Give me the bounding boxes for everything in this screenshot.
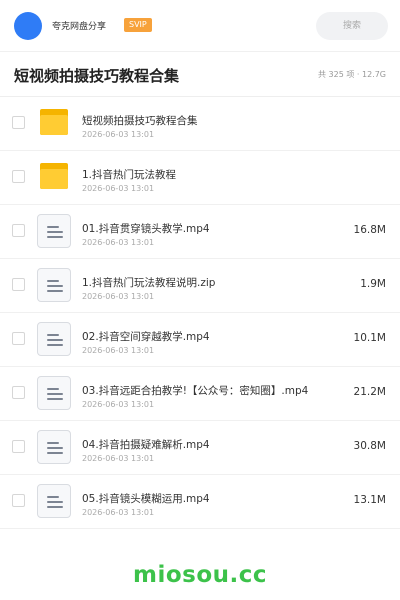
item-name[interactable]: 01.抖音贯穿镜头教学.mp4 xyxy=(82,221,210,236)
list-item[interactable]: 05.抖音镜头模糊运用.mp4 2026-06-03 13:01 13.1M xyxy=(0,475,400,529)
item-date: 2026-06-03 13:01 xyxy=(82,346,155,355)
item-size: 30.8M xyxy=(353,440,386,452)
item-name[interactable]: 1.抖音热门玩法教程说明.zip xyxy=(82,275,215,290)
item-size: 10.1M xyxy=(353,332,386,344)
avatar[interactable] xyxy=(14,12,42,40)
item-name[interactable]: 02.抖音空间穿越教学.mp4 xyxy=(82,329,210,344)
item-name[interactable]: 短视频拍摄技巧教程合集 xyxy=(82,113,198,128)
item-date: 2026-06-03 13:01 xyxy=(82,508,155,517)
list-item[interactable]: 04.抖音拍摄疑难解析.mp4 2026-06-03 13:01 30.8M xyxy=(0,421,400,475)
list-item[interactable]: 03.抖音远距合拍教学!【公众号：密知圈】.mp4 2026-06-03 13:… xyxy=(0,367,400,421)
folder-icon xyxy=(40,163,68,189)
svip-badge: SVIP xyxy=(124,18,152,32)
item-date: 2026-06-03 13:01 xyxy=(82,400,155,409)
row-checkbox[interactable] xyxy=(12,278,25,291)
item-name[interactable]: 03.抖音远距合拍教学!【公众号：密知圈】.mp4 xyxy=(82,383,308,398)
watermark: miosou.cc xyxy=(132,562,268,588)
top-bar: 夸克网盘分享 SVIP 搜索 xyxy=(0,0,400,52)
row-checkbox[interactable] xyxy=(12,116,25,129)
row-checkbox[interactable] xyxy=(12,224,25,237)
item-date: 2026-06-03 13:01 xyxy=(82,130,155,139)
item-date: 2026-06-03 13:01 xyxy=(82,184,155,193)
row-checkbox[interactable] xyxy=(12,386,25,399)
folder-icon xyxy=(40,109,68,135)
file-icon xyxy=(37,484,71,518)
file-icon xyxy=(37,268,71,302)
list-item[interactable]: 1.抖音热门玩法教程 2026-06-03 13:01 xyxy=(0,151,400,205)
row-checkbox[interactable] xyxy=(12,440,25,453)
item-size: 1.9M xyxy=(360,278,386,290)
item-name[interactable]: 04.抖音拍摄疑难解析.mp4 xyxy=(82,437,210,452)
file-icon xyxy=(37,376,71,410)
list-item[interactable]: 短视频拍摄技巧教程合集 2026-06-03 13:01 xyxy=(0,97,400,151)
list-item[interactable]: 1.抖音热门玩法教程说明.zip 2026-06-03 13:01 1.9M xyxy=(0,259,400,313)
item-date: 2026-06-03 13:01 xyxy=(82,454,155,463)
row-checkbox[interactable] xyxy=(12,170,25,183)
folder-summary: 共 325 项 · 12.7G xyxy=(318,70,386,79)
file-icon xyxy=(37,214,71,248)
item-size: 16.8M xyxy=(353,224,386,236)
item-date: 2026-06-03 13:01 xyxy=(82,238,155,247)
page-title: 短视频拍摄技巧教程合集 xyxy=(14,67,180,85)
file-list: 短视频拍摄技巧教程合集 2026-06-03 13:01 1.抖音热门玩法教程 … xyxy=(0,97,400,529)
list-item[interactable]: 01.抖音贯穿镜头教学.mp4 2026-06-03 13:01 16.8M xyxy=(0,205,400,259)
list-item[interactable]: 02.抖音空间穿越教学.mp4 2026-06-03 13:01 10.1M xyxy=(0,313,400,367)
row-checkbox[interactable] xyxy=(12,494,25,507)
file-icon xyxy=(37,322,71,356)
share-user-name: 夸克网盘分享 xyxy=(52,22,107,32)
row-checkbox[interactable] xyxy=(12,332,25,345)
item-size: 13.1M xyxy=(353,494,386,506)
item-size: 21.2M xyxy=(353,386,386,398)
search-input[interactable]: 搜索 xyxy=(316,12,388,40)
item-name[interactable]: 05.抖音镜头模糊运用.mp4 xyxy=(82,491,210,506)
item-name[interactable]: 1.抖音热门玩法教程 xyxy=(82,167,176,182)
item-date: 2026-06-03 13:01 xyxy=(82,292,155,301)
file-icon xyxy=(37,430,71,464)
